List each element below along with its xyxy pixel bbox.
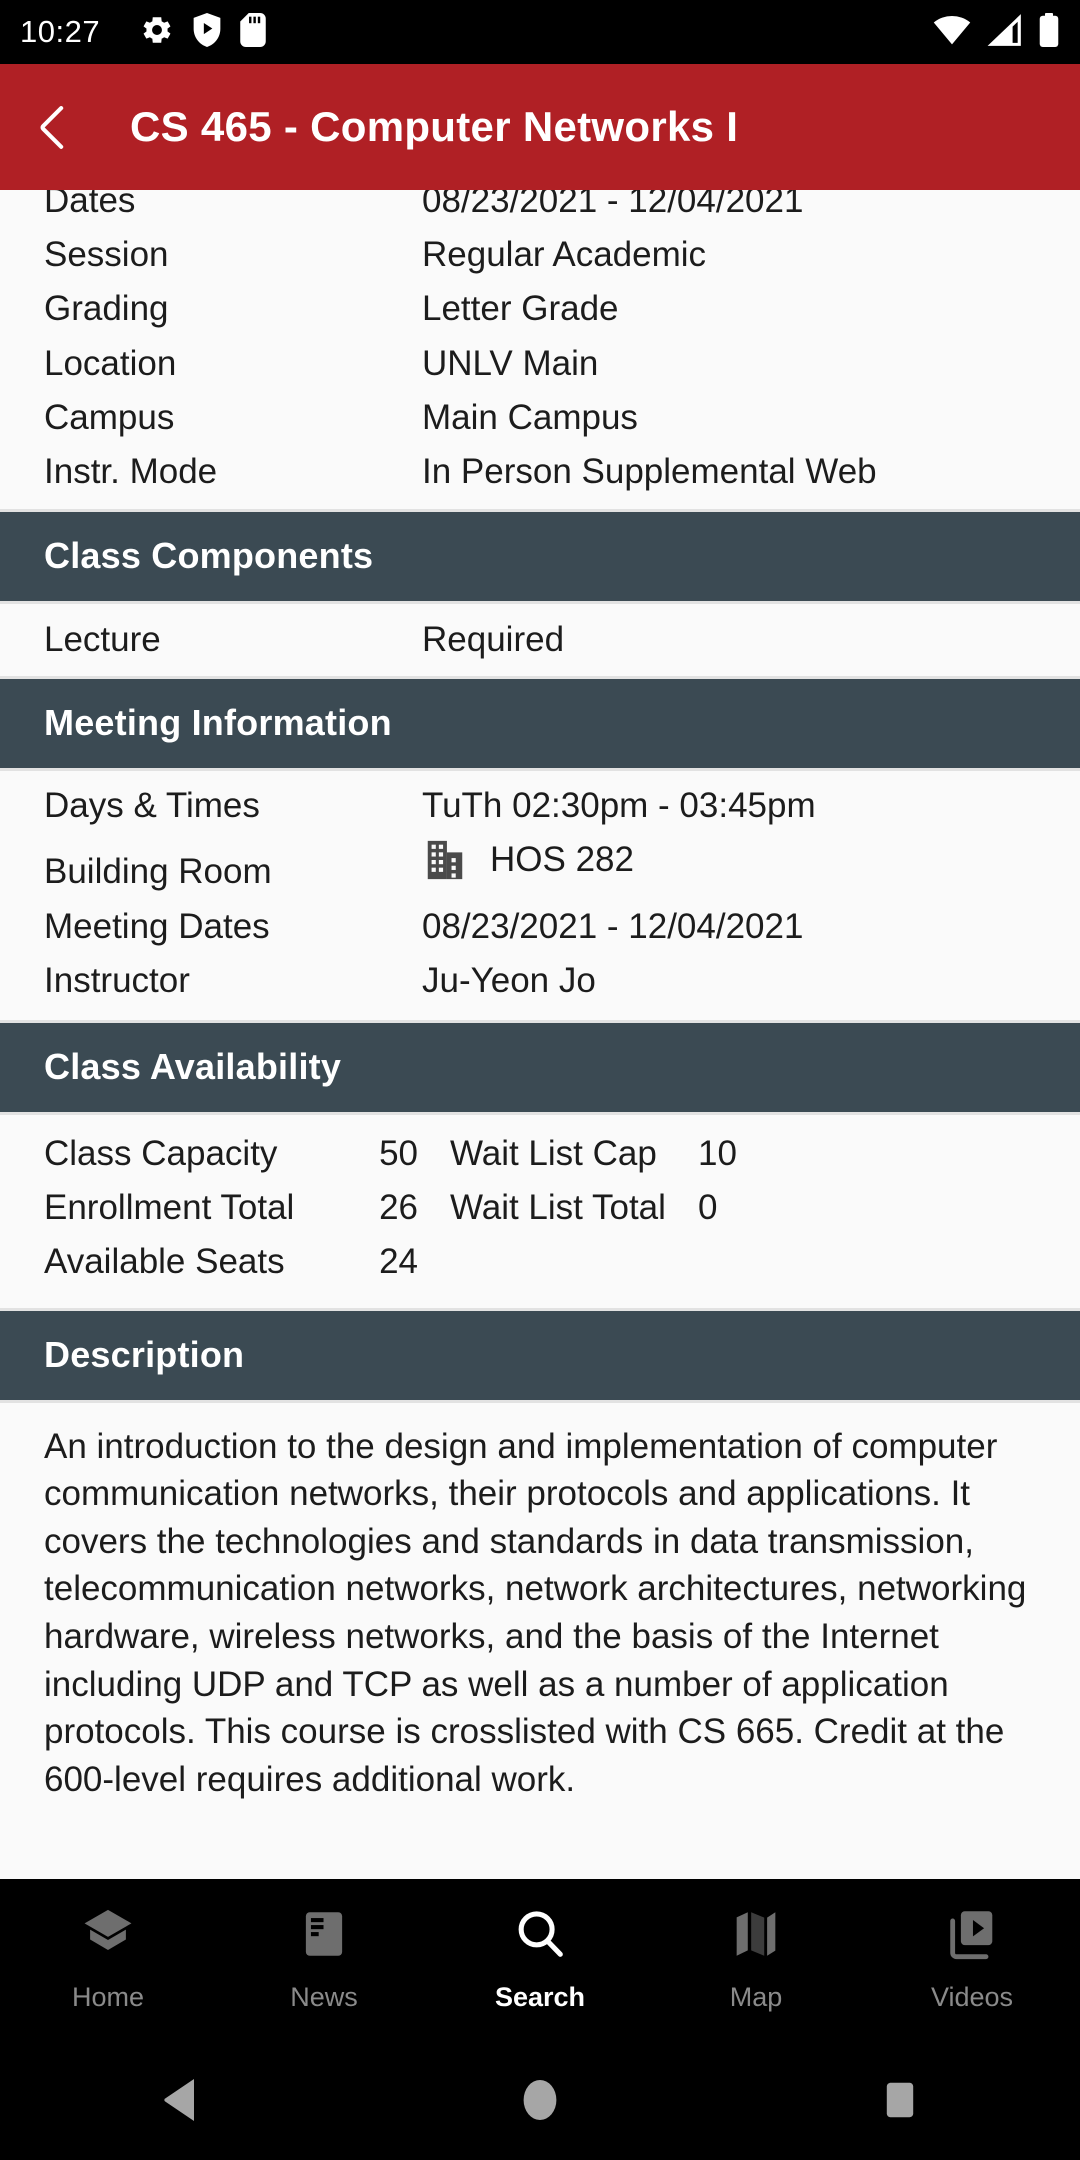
- shield-play-icon: [192, 12, 222, 52]
- table-row: Lecture Required: [0, 604, 1080, 676]
- system-recents-button[interactable]: [810, 2076, 990, 2124]
- class-detail-scroll[interactable]: Dates 08/23/2021 - 12/04/2021 Session Re…: [0, 190, 1080, 1879]
- section-header-meeting-information: Meeting Information: [0, 676, 1080, 772]
- back-button[interactable]: [30, 91, 102, 163]
- meeting-information-panel: Days & Times TuTh 02:30pm - 03:45pm Buil…: [0, 771, 1080, 1020]
- availability-value: 0: [698, 1188, 718, 1228]
- description-text: An introduction to the design and implem…: [44, 1426, 1027, 1799]
- status-bar-right: [932, 12, 1060, 52]
- gear-icon: [140, 13, 174, 52]
- detail-key: Dates: [44, 190, 136, 220]
- detail-value: In Person Supplemental Web: [422, 451, 877, 491]
- availability-value: 50: [379, 1133, 418, 1173]
- table-row: Dates 08/23/2021 - 12/04/2021: [0, 190, 1080, 228]
- detail-key: Location: [44, 343, 177, 383]
- table-row: Location UNLV Main: [0, 337, 1080, 391]
- detail-key: Session: [44, 235, 169, 275]
- cell-signal-icon: [986, 13, 1024, 51]
- phone-screen: 10:27 CS 465 - Computer Networks I Dates…: [0, 0, 1080, 2160]
- battery-icon: [1038, 12, 1060, 52]
- meeting-key: Days & Times: [44, 786, 260, 826]
- availability-label: Wait List Cap: [450, 1133, 657, 1173]
- table-row: Instr. Mode In Person Supplemental Web: [0, 445, 1080, 509]
- nav-label: Videos: [930, 1982, 1014, 2012]
- system-home-button[interactable]: [450, 2075, 630, 2125]
- search-icon: [511, 1905, 569, 1968]
- detail-value: 08/23/2021 - 12/04/2021: [422, 190, 804, 220]
- detail-key: Campus: [44, 397, 175, 437]
- back-triangle-icon: [164, 2078, 194, 2121]
- class-components-panel: Lecture Required: [0, 604, 1080, 677]
- table-row: Class Capacity 50 Wait List Cap 10: [44, 1127, 1036, 1181]
- meeting-value: TuTh 02:30pm - 03:45pm: [422, 786, 816, 826]
- page-title: CS 465 - Computer Networks I: [130, 103, 739, 150]
- nav-label: Search: [494, 1982, 586, 2012]
- detail-value: UNLV Main: [422, 343, 599, 383]
- meeting-value: Ju-Yeon Jo: [422, 960, 596, 1000]
- nav-label: News: [290, 1982, 358, 2012]
- class-details-panel: Dates 08/23/2021 - 12/04/2021 Session Re…: [0, 190, 1080, 510]
- section-header-class-components: Class Components: [0, 509, 1080, 605]
- availability-value: 10: [698, 1133, 737, 1173]
- recents-square-icon: [886, 2082, 914, 2117]
- status-bar: 10:27: [0, 0, 1080, 64]
- wifi-icon: [932, 14, 972, 51]
- component-requirement: Required: [422, 620, 565, 660]
- status-bar-clock: 10:27: [20, 14, 101, 49]
- nav-label: Map: [729, 1982, 783, 2012]
- map-icon: [727, 1905, 785, 1968]
- section-header-class-availability: Class Availability: [0, 1019, 1080, 1115]
- class-availability-panel: Class Capacity 50 Wait List Cap 10 Enrol…: [0, 1114, 1080, 1308]
- meeting-value: HOS 282: [422, 837, 1036, 883]
- table-row: Meeting Dates 08/23/2021 - 12/04/2021: [0, 900, 1080, 954]
- component-name: Lecture: [44, 620, 161, 660]
- availability-label: Available Seats: [44, 1242, 285, 1282]
- meeting-key: Instructor: [44, 960, 190, 1000]
- nav-item-search[interactable]: Search: [432, 1905, 648, 2013]
- video-library-icon: [943, 1905, 1001, 1968]
- home-circle-icon: [523, 2079, 557, 2120]
- status-bar-left: 10:27: [20, 12, 266, 52]
- section-header-description: Description: [0, 1307, 1080, 1403]
- detail-value: Main Campus: [422, 397, 638, 437]
- table-row: Campus Main Campus: [0, 391, 1080, 445]
- table-row: Days & Times TuTh 02:30pm - 03:45pm: [0, 771, 1080, 833]
- availability-label: Wait List Total: [450, 1188, 666, 1228]
- table-row: Session Regular Academic: [0, 228, 1080, 282]
- description-panel: An introduction to the design and implem…: [0, 1402, 1080, 1814]
- table-row: Instructor Ju-Yeon Jo: [0, 954, 1080, 1020]
- detail-value: Regular Academic: [422, 235, 707, 275]
- back-arrow-icon: [40, 106, 64, 149]
- detail-key: Grading: [44, 289, 169, 329]
- app-bar: CS 465 - Computer Networks I: [0, 64, 1080, 190]
- meeting-value: 08/23/2021 - 12/04/2021: [422, 906, 804, 946]
- availability-label: Enrollment Total: [44, 1188, 295, 1228]
- building-icon[interactable]: [422, 837, 468, 883]
- availability-value: 24: [379, 1242, 418, 1282]
- detail-value: Letter Grade: [422, 289, 619, 329]
- android-system-nav: [0, 2039, 1080, 2160]
- availability-value: 26: [379, 1188, 418, 1228]
- nav-item-videos[interactable]: Videos: [864, 1905, 1080, 2013]
- bottom-navigation: Home News Search Map Videos: [0, 1879, 1080, 2039]
- table-row-building-room[interactable]: Building Room HOS 282: [0, 833, 1080, 899]
- system-back-button[interactable]: [90, 2076, 270, 2124]
- nav-item-home[interactable]: Home: [0, 1905, 216, 2013]
- nav-label: Home: [71, 1982, 145, 2012]
- table-row: Available Seats 24: [44, 1235, 1036, 1289]
- table-row: Enrollment Total 26 Wait List Total 0: [44, 1181, 1036, 1235]
- nav-item-map[interactable]: Map: [648, 1905, 864, 2013]
- sd-card-icon: [240, 12, 266, 52]
- nav-item-news[interactable]: News: [216, 1905, 432, 2013]
- table-row: Grading Letter Grade: [0, 282, 1080, 336]
- graduation-cap-icon: [79, 1905, 137, 1968]
- meeting-key: Building Room: [44, 852, 272, 892]
- article-icon: [295, 1905, 353, 1968]
- availability-label: Class Capacity: [44, 1133, 278, 1173]
- building-room-text: HOS 282: [490, 840, 634, 880]
- detail-key: Instr. Mode: [44, 451, 218, 491]
- meeting-key: Meeting Dates: [44, 906, 270, 946]
